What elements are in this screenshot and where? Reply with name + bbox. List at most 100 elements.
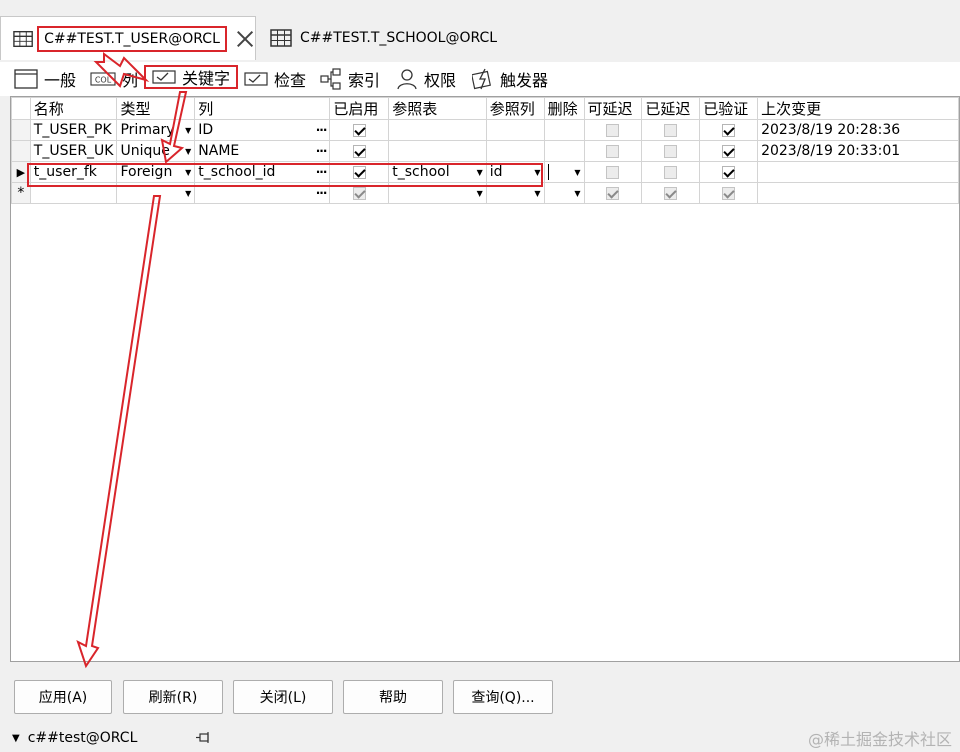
cell-validated[interactable] <box>699 182 759 204</box>
query-button[interactable]: 查询(Q)... <box>453 680 553 714</box>
header-delete[interactable]: 删除 <box>543 97 585 120</box>
row-header[interactable]: ▶ <box>11 161 31 183</box>
header-deferred[interactable]: 已延迟 <box>641 97 701 120</box>
dropdown-arrow-icon[interactable]: ▼ <box>185 147 191 156</box>
cell-enabled[interactable] <box>329 140 390 162</box>
pin-icon[interactable] <box>195 731 213 745</box>
header-last-change[interactable]: 上次变更 <box>757 97 959 120</box>
table-row[interactable]: T_USER_UK Unique ▼ NAME ··· 2023/8/19 20:3… <box>11 140 959 162</box>
validated-checkbox[interactable] <box>722 165 736 179</box>
enabled-checkbox[interactable] <box>352 165 366 179</box>
tab-check[interactable]: 检查 <box>244 66 306 92</box>
table-row[interactable]: T_USER_PK Primary ▼ ID ··· 2023/8/19 20:28… <box>11 119 959 141</box>
cell-deferred[interactable] <box>641 140 701 162</box>
ellipsis-icon[interactable]: ··· <box>316 123 328 137</box>
deferred-checkbox[interactable] <box>664 165 678 179</box>
cell-deferred[interactable] <box>641 182 701 204</box>
cell-ref-table[interactable] <box>388 140 487 162</box>
header-type[interactable]: 类型 <box>116 97 196 120</box>
tab-privileges[interactable]: 权限 <box>396 66 456 92</box>
cell-validated[interactable] <box>699 140 759 162</box>
cell-ref-table[interactable]: ▼ <box>388 182 487 204</box>
cell-ref-column[interactable]: ▼ <box>485 182 545 204</box>
cell-validated[interactable] <box>699 161 759 183</box>
dropdown-arrow-icon[interactable]: ▼ <box>534 189 540 198</box>
refresh-button[interactable]: 刷新(R) <box>123 680 223 714</box>
cell-ref-column[interactable]: id ▼ <box>485 161 545 183</box>
dropdown-arrow-icon[interactable]: ▼ <box>574 189 580 198</box>
cell-type[interactable]: ▼ <box>116 182 196 204</box>
ellipsis-icon[interactable]: ··· <box>316 186 328 200</box>
cell-type[interactable]: Foreign ▼ <box>116 161 196 183</box>
cell-ref-table[interactable] <box>388 119 487 141</box>
cell-ref-table[interactable]: t_school ▼ <box>388 161 487 183</box>
cell-deferred[interactable] <box>641 161 701 183</box>
header-enabled[interactable]: 已启用 <box>329 97 390 120</box>
apply-button[interactable]: 应用(A) <box>14 680 112 714</box>
deferrable-checkbox[interactable] <box>606 123 620 137</box>
header-deferrable[interactable]: 可延迟 <box>583 97 643 120</box>
tab-columns[interactable]: COL 列 <box>90 66 138 92</box>
validated-checkbox[interactable] <box>722 123 736 137</box>
deferrable-checkbox[interactable] <box>606 186 620 200</box>
cell-delete[interactable] <box>543 119 585 141</box>
enabled-checkbox[interactable] <box>352 123 366 137</box>
table-row-current[interactable]: ▶ t_user_fk Foreign ▼ t_school_id ··· t_sc… <box>11 161 959 183</box>
row-header[interactable] <box>11 119 31 141</box>
header-validated[interactable]: 已验证 <box>699 97 759 120</box>
cell-type[interactable]: Unique ▼ <box>116 140 196 162</box>
cell-deferred[interactable] <box>641 119 701 141</box>
help-button[interactable]: 帮助 <box>343 680 443 714</box>
cell-column[interactable]: t_school_id ··· <box>194 161 331 183</box>
dropdown-arrow-icon[interactable]: ▼ <box>477 189 483 198</box>
cell-enabled[interactable] <box>329 161 390 183</box>
header-ref-column[interactable]: 参照列 <box>485 97 545 120</box>
tab-index[interactable]: 索引 <box>320 66 380 92</box>
cell-deferrable[interactable] <box>583 182 643 204</box>
close-icon[interactable] <box>235 28 255 50</box>
enabled-checkbox[interactable] <box>352 186 366 200</box>
cell-name[interactable]: T_USER_UK <box>29 140 118 162</box>
header-ref-table[interactable]: 参照表 <box>388 97 487 120</box>
dropdown-arrow-icon[interactable]: ▼ <box>185 189 191 198</box>
deferrable-checkbox[interactable] <box>606 165 620 179</box>
row-header[interactable] <box>11 140 31 162</box>
cell-column[interactable]: ID ··· <box>194 119 331 141</box>
tab-general[interactable]: 一般 <box>14 66 76 92</box>
cell-delete[interactable]: ▼ <box>543 161 585 183</box>
doc-tab-t-user[interactable]: C##TEST.T_USER@ORCL <box>0 16 256 60</box>
validated-checkbox[interactable] <box>722 186 736 200</box>
cell-ref-column[interactable] <box>485 140 545 162</box>
doc-tab-t-school[interactable]: C##TEST.T_SCHOOL@ORCL <box>258 16 498 60</box>
ellipsis-icon[interactable]: ··· <box>316 165 328 179</box>
deferred-checkbox[interactable] <box>664 186 678 200</box>
cell-enabled[interactable] <box>329 119 390 141</box>
cell-enabled[interactable] <box>329 182 390 204</box>
tab-keys[interactable]: 关键字 <box>144 65 239 89</box>
cell-column[interactable]: ··· <box>194 182 331 204</box>
deferred-checkbox[interactable] <box>664 123 678 137</box>
cell-column[interactable]: NAME ··· <box>194 140 331 162</box>
cell-deferrable[interactable] <box>583 161 643 183</box>
cell-delete[interactable] <box>543 140 585 162</box>
close-button[interactable]: 关闭(L) <box>233 680 333 714</box>
ellipsis-icon[interactable]: ··· <box>316 144 328 158</box>
dropdown-arrow-icon[interactable]: ▼ <box>574 168 580 177</box>
dropdown-arrow-icon[interactable]: ▼ <box>185 168 191 177</box>
enabled-checkbox[interactable] <box>352 144 366 158</box>
validated-checkbox[interactable] <box>722 144 736 158</box>
header-column[interactable]: 列 <box>194 97 331 120</box>
dropdown-arrow-icon[interactable]: ▼ <box>534 168 540 177</box>
cell-delete[interactable]: ▼ <box>543 182 585 204</box>
header-name[interactable]: 名称 <box>29 97 118 120</box>
deferred-checkbox[interactable] <box>664 144 678 158</box>
dropdown-arrow-icon[interactable]: ▼ <box>477 168 483 177</box>
tab-triggers[interactable]: 触发器 <box>472 66 548 92</box>
chevron-down-icon[interactable]: ▼ <box>12 733 20 744</box>
cell-validated[interactable] <box>699 119 759 141</box>
cell-name[interactable] <box>29 182 118 204</box>
cell-name[interactable]: t_user_fk <box>29 161 118 183</box>
table-row-new[interactable]: * ▼ ··· ▼ ▼ ▼ <box>11 182 959 204</box>
deferrable-checkbox[interactable] <box>606 144 620 158</box>
cell-type[interactable]: Primary ▼ <box>116 119 196 141</box>
